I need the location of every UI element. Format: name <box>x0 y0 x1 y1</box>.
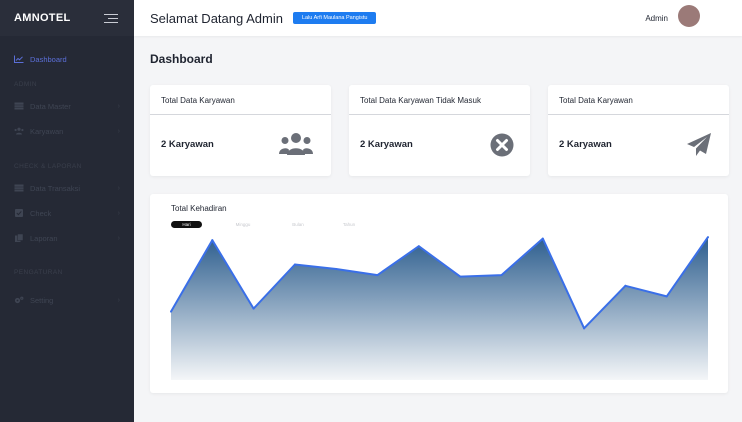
chevron-right-icon: › <box>117 127 120 135</box>
chart-point <box>376 274 379 277</box>
chart-point <box>541 237 544 240</box>
users-icon <box>14 127 24 135</box>
chart-point <box>583 327 586 330</box>
user-name-badge[interactable]: Lalu Arfi Maulana Pangistu <box>292 12 377 24</box>
chevron-right-icon: › <box>117 184 120 192</box>
chevron-right-icon: › <box>117 296 120 304</box>
card-value: 2 Karyawan <box>360 139 413 150</box>
sidebar-item-label: Dashboard <box>30 54 67 64</box>
chart-point <box>211 239 214 242</box>
attendance-panel: Total Kehadiran Hari Minggu Bulan Tahun <box>150 194 728 393</box>
welcome-text: Selamat Datang Admin <box>150 10 283 26</box>
sidebar-item-label: Setting <box>30 295 54 305</box>
chevron-right-icon: › <box>117 234 120 242</box>
page-title: Dashboard <box>150 52 213 66</box>
paper-plane-icon <box>687 133 711 156</box>
chart-line-icon <box>14 55 24 63</box>
sidebar-item-label: Laporan <box>30 233 58 243</box>
chart-point <box>252 307 255 310</box>
sidebar-item-setting[interactable]: Setting › <box>14 293 120 307</box>
chart-point <box>665 295 668 298</box>
brand-logo: AMNOTEL <box>14 12 71 24</box>
sidebar-item-dashboard[interactable]: Dashboard <box>14 52 120 66</box>
sidebar-item-label: Data Transaksi <box>30 183 81 193</box>
chart-point <box>417 245 420 248</box>
sidebar-heading-pengaturan: PENGATURAN <box>14 269 63 276</box>
card-value: 2 Karyawan <box>161 139 214 150</box>
card-title: Total Data Karyawan <box>548 85 729 115</box>
sidebar: AMNOTEL Dashboard ADMIN Data Master › Ka… <box>0 0 134 422</box>
chart-point <box>459 275 462 278</box>
users-icon <box>279 133 313 155</box>
hamburger-menu-icon[interactable] <box>104 13 118 23</box>
sidebar-item-label: Check <box>30 208 52 218</box>
chart-area <box>171 237 708 380</box>
chart-point <box>624 284 627 287</box>
sidebar-item-laporan[interactable]: Laporan › <box>14 231 120 245</box>
sidebar-item-label: Data Master <box>30 101 71 111</box>
sidebar-heading-check-laporan: CHECK & LAPORAN <box>14 163 82 170</box>
card-karyawan-tidak-masuk: Total Data Karyawan Tidak Masuk 2 Karyaw… <box>349 85 530 176</box>
card-value: 2 Karyawan <box>559 139 612 150</box>
sidebar-item-data-transaksi[interactable]: Data Transaksi › <box>14 181 120 195</box>
chevron-right-icon: › <box>117 102 120 110</box>
top-bar: Selamat Datang Admin Lalu Arfi Maulana P… <box>134 0 742 36</box>
chart-point <box>707 236 709 239</box>
avatar[interactable] <box>678 5 700 27</box>
sidebar-heading-admin: ADMIN <box>14 81 37 88</box>
chart-point <box>335 268 338 271</box>
chart-point <box>293 263 296 266</box>
admin-label[interactable]: Admin <box>645 14 668 23</box>
chart-point <box>170 310 172 313</box>
card-title: Total Data Karyawan <box>150 85 331 115</box>
copy-icon <box>15 234 24 242</box>
table-icon <box>14 102 24 110</box>
table-icon <box>14 184 24 192</box>
sidebar-item-data-master[interactable]: Data Master › <box>14 99 120 113</box>
sidebar-item-label: Karyawan <box>30 126 64 136</box>
times-circle-icon <box>490 133 514 157</box>
sidebar-item-check[interactable]: Check › <box>14 206 120 220</box>
cogs-icon <box>14 296 24 304</box>
brand-bar: AMNOTEL <box>0 0 134 36</box>
check-square-icon <box>15 209 23 217</box>
sidebar-item-karyawan[interactable]: Karyawan › <box>14 124 120 138</box>
chevron-right-icon: › <box>117 209 120 217</box>
attendance-chart <box>170 236 709 380</box>
card-total-karyawan: Total Data Karyawan 2 Karyawan <box>150 85 331 176</box>
card-total-karyawan-2: Total Data Karyawan 2 Karyawan <box>548 85 729 176</box>
chart-point <box>500 274 503 277</box>
card-title: Total Data Karyawan Tidak Masuk <box>349 85 530 115</box>
